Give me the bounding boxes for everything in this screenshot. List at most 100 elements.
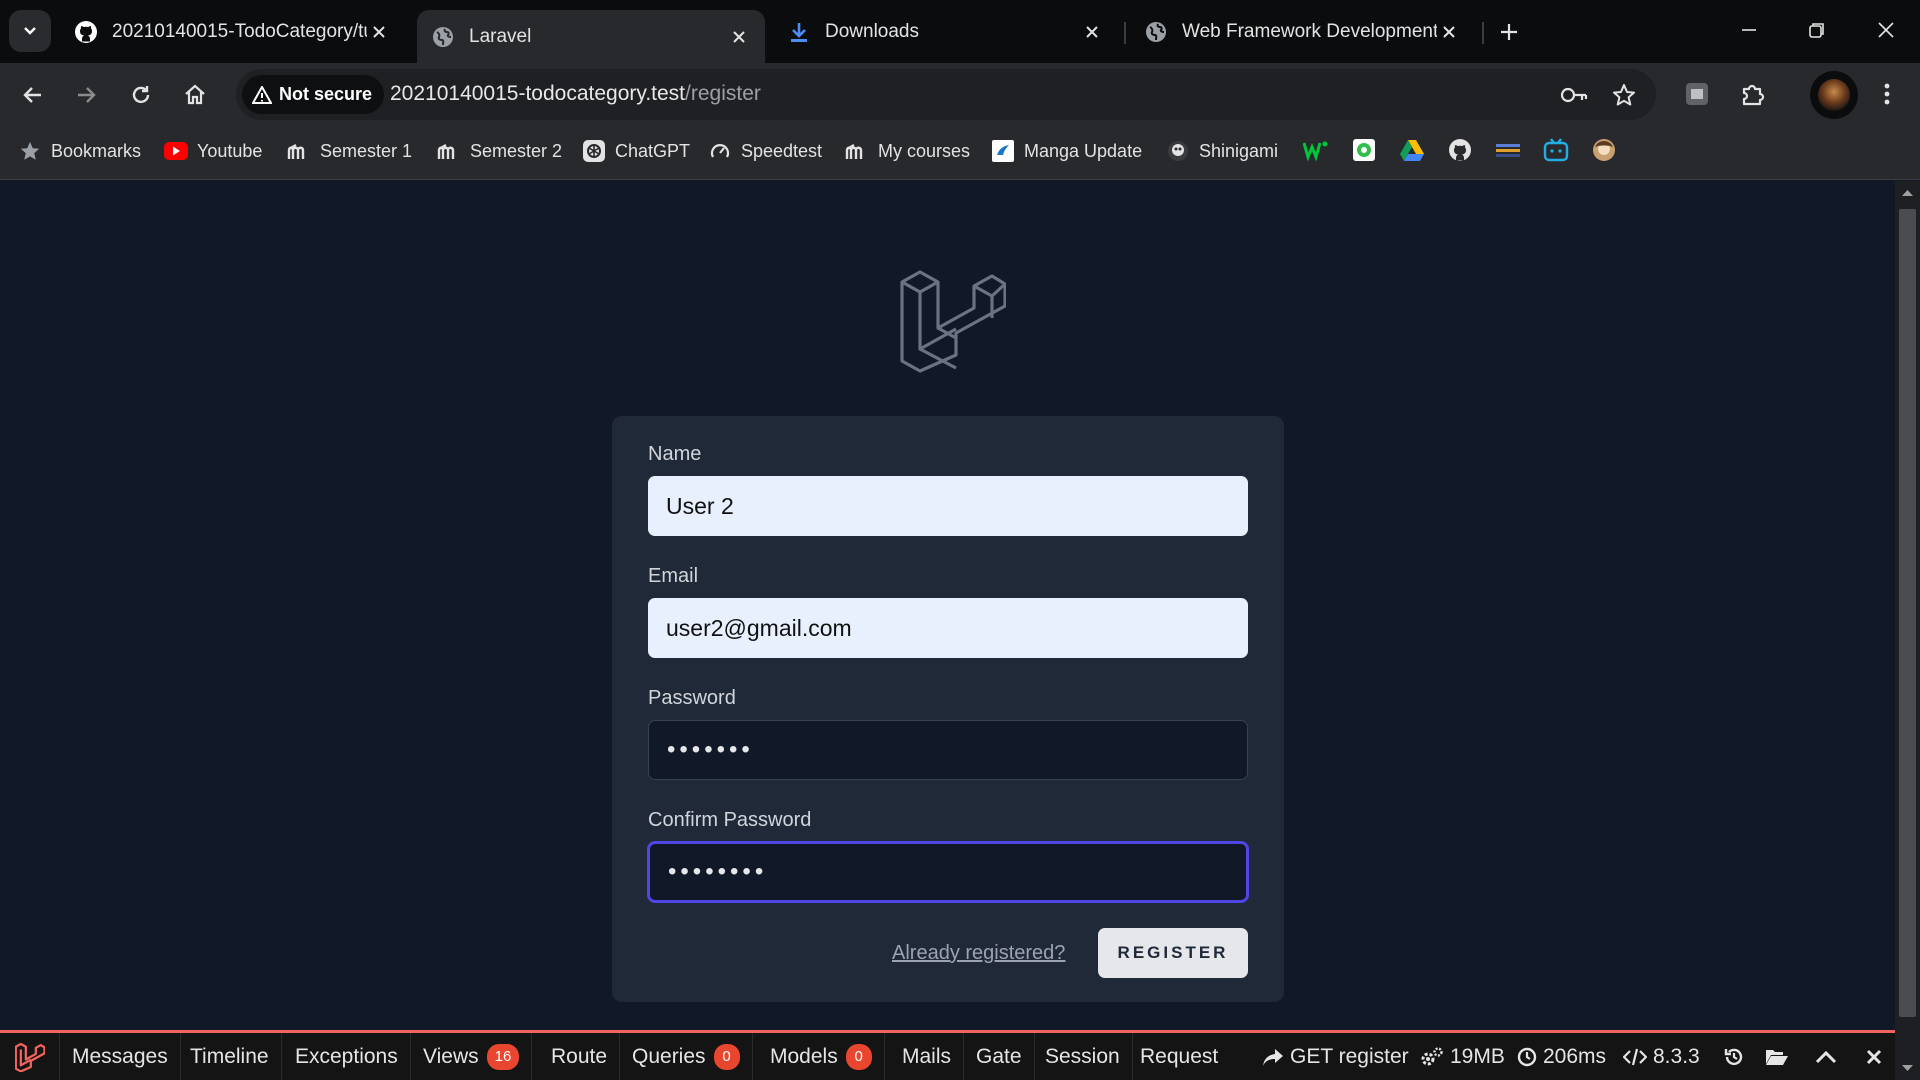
debugbar-tab-route[interactable]: Route — [539, 1033, 621, 1080]
bookmarks-bar: Bookmarks Youtube Semester 1 Semester 2 … — [0, 126, 1920, 180]
debugbar-tab-mails[interactable]: Mails — [890, 1033, 965, 1080]
bookmark-manga-update[interactable]: Manga Update — [991, 136, 1142, 166]
debugbar-tab-timeline[interactable]: Timeline — [178, 1033, 282, 1080]
close-window-button[interactable] — [1852, 0, 1920, 60]
plus-icon — [1501, 24, 1517, 40]
password-input-value: ••••••• — [667, 736, 754, 763]
debugbar-tab-label: Session — [1045, 1044, 1120, 1068]
extensions-menu-button[interactable] — [1734, 75, 1772, 113]
debugbar-tab-gate[interactable]: Gate — [964, 1033, 1035, 1080]
reload-button[interactable] — [121, 75, 161, 115]
bookmark-webtoon[interactable] — [1303, 137, 1329, 163]
browser-menu-button[interactable] — [1868, 75, 1906, 113]
close-icon[interactable] — [727, 25, 751, 49]
home-button[interactable] — [175, 75, 215, 115]
extension-app-icon — [1686, 83, 1708, 105]
bookmark-label: Speedtest — [741, 140, 823, 161]
arrow-right-icon — [78, 87, 96, 103]
star-icon — [18, 139, 42, 163]
code-icon — [1623, 1048, 1647, 1065]
browser-tab-strip: 20210140015-TodoCategory/tu Laravel Down… — [0, 0, 1920, 63]
debugbar-history-button[interactable] — [1720, 1043, 1748, 1071]
new-tab-button[interactable] — [1493, 16, 1525, 48]
bookmark-github[interactable] — [1447, 137, 1473, 163]
debugbar-request-info[interactable]: GET register — [1262, 1033, 1409, 1080]
tab-separator — [1482, 22, 1484, 44]
bookmark-google-drive[interactable] — [1399, 137, 1425, 163]
tab-web-framework[interactable]: Web Framework Development — [1130, 10, 1475, 53]
close-icon[interactable] — [367, 20, 391, 44]
minimize-button[interactable] — [1715, 0, 1783, 60]
password-input[interactable]: ••••••• — [648, 720, 1248, 780]
tab-title: Web Framework Development — [1182, 20, 1437, 42]
tab-downloads[interactable]: Downloads — [773, 10, 1118, 53]
folder-open-icon — [1766, 1050, 1788, 1065]
debugbar-tab-views[interactable]: Views 16 — [411, 1033, 533, 1080]
back-button[interactable] — [13, 75, 53, 115]
debugbar-tab-messages[interactable]: Messages — [60, 1033, 181, 1080]
register-button[interactable]: REGISTER — [1098, 928, 1248, 978]
bookmark-chatgpt[interactable]: ChatGPT — [582, 136, 690, 166]
manga-update-icon — [991, 139, 1015, 163]
laravel-icon — [14, 1042, 45, 1072]
address-bar[interactable]: Not secure 20210140015-todocategory.test… — [236, 69, 1656, 120]
debugbar-tab-label: Models — [770, 1044, 838, 1068]
email-label: Email — [648, 565, 699, 587]
close-icon — [1866, 1049, 1882, 1065]
url-text[interactable]: 20210140015-todocategory.test/register — [390, 82, 761, 106]
history-icon — [1724, 1048, 1743, 1066]
bookmark-speedtest[interactable]: Speedtest — [708, 136, 822, 166]
name-input[interactable]: User 2 — [648, 476, 1248, 536]
extension-button[interactable] — [1678, 75, 1716, 113]
bookmark-semester-1[interactable]: Semester 1 — [287, 136, 412, 166]
bookmark-bilibili[interactable] — [1543, 137, 1569, 163]
bookmark-semester-2[interactable]: Semester 2 — [437, 136, 562, 166]
bookmark-star-button[interactable] — [1610, 81, 1638, 109]
forward-button[interactable] — [66, 75, 106, 115]
scroll-down-icon — [1902, 1065, 1913, 1071]
arrow-left-icon — [23, 87, 41, 103]
scrollbar-thumb[interactable] — [1899, 209, 1916, 1017]
tab-title: Downloads — [825, 20, 919, 42]
debugbar-tab-queries[interactable]: Queries 0 — [620, 1033, 753, 1080]
home-icon — [185, 84, 205, 105]
bookmark-youtube[interactable]: Youtube — [164, 136, 262, 166]
page-scrollbar[interactable] — [1895, 181, 1920, 1080]
bookmark-green-app[interactable] — [1351, 137, 1377, 163]
security-indicator[interactable]: Not secure — [242, 75, 385, 114]
tab-separator — [1124, 22, 1126, 44]
confirm-password-input[interactable]: •••••••• — [648, 842, 1248, 902]
debugbar-logo[interactable] — [0, 1033, 60, 1080]
bookmark-bookmarks[interactable]: Bookmarks — [18, 136, 141, 166]
bookmark-stripes[interactable] — [1495, 137, 1521, 163]
debugbar-open-button[interactable] — [1763, 1043, 1791, 1071]
bookmark-character[interactable] — [1591, 137, 1617, 163]
debugbar-tab-label: Views — [423, 1044, 479, 1068]
github-icon — [74, 20, 98, 44]
green-app-icon — [1353, 139, 1375, 161]
bookmark-label: Shinigami — [1199, 140, 1279, 161]
bookmark-shinigami[interactable]: Shinigami — [1166, 136, 1278, 166]
debugbar-tab-exceptions[interactable]: Exceptions — [283, 1033, 411, 1080]
chevron-down-icon — [24, 27, 36, 35]
close-icon[interactable] — [1437, 20, 1461, 44]
already-registered-link[interactable]: Already registered? — [892, 942, 1065, 965]
debugbar-tab-session[interactable]: Session — [1033, 1033, 1133, 1080]
clock-icon — [1517, 1047, 1537, 1066]
restore-button[interactable] — [1783, 0, 1851, 60]
password-key-button[interactable] — [1560, 81, 1588, 109]
url-host: 20210140015-todocategory.test — [390, 82, 686, 105]
debugbar-maximize-button[interactable] — [1812, 1043, 1840, 1071]
close-icon[interactable] — [1080, 20, 1104, 44]
profile-avatar[interactable] — [1810, 71, 1858, 119]
debugbar-tab-request[interactable]: Request — [1128, 1033, 1230, 1080]
scroll-up-icon — [1902, 190, 1913, 196]
debugbar-close-button[interactable] — [1860, 1043, 1888, 1071]
tab-github[interactable]: 20210140015-TodoCategory/tu — [60, 10, 405, 53]
tab-search-button[interactable] — [9, 10, 51, 52]
moodle-icon — [845, 139, 869, 163]
debugbar-tab-models[interactable]: Models 0 — [758, 1033, 885, 1080]
tab-laravel[interactable]: Laravel — [417, 10, 765, 63]
email-input[interactable]: user2@gmail.com — [648, 598, 1248, 658]
bookmark-my-courses[interactable]: My courses — [845, 136, 970, 166]
